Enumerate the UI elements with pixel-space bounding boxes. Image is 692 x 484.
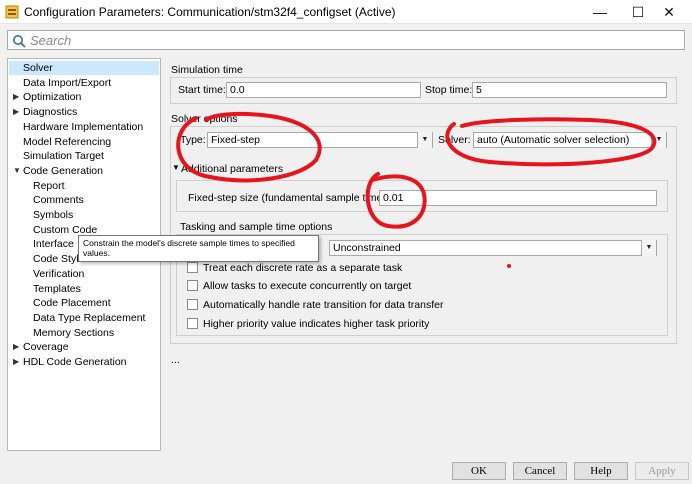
tree-item-label: Simulation Target [23,150,104,163]
tree-item[interactable]: ▶ Optimization [9,90,159,104]
collapsed-arrow-icon[interactable]: ▶ [13,355,19,369]
tree-item[interactable]: Report [9,179,159,193]
tree-item-label: Data Type Replacement [33,311,146,324]
tree-item-label: Optimization [23,91,82,104]
tree-item-label: Code Generation [23,164,103,177]
fixed-step-field[interactable]: 0.01 [379,190,657,206]
tree-item-label: Model Referencing [23,135,112,148]
collapsed-arrow-icon[interactable]: ▶ [13,340,19,354]
tree-item-label: Diagnostics [23,106,78,119]
tree-item[interactable]: ▼ Code Generation [9,164,159,178]
tree-item-label: Data Import/Export [23,76,112,89]
solver-options-heading: Solver options [171,113,238,125]
solver-type-value: Fixed-step [211,134,261,146]
collapsed-arrow-icon[interactable]: ▶ [13,105,19,119]
help-button[interactable]: Help [574,462,628,480]
checkbox-label: Higher priority value indicates higher t… [203,318,430,330]
tree-item[interactable]: Model Referencing [9,135,159,149]
chevron-down-icon: ▼ [651,132,666,148]
apply-button[interactable]: Apply [635,462,689,480]
tree-item[interactable]: Simulation Target [9,149,159,163]
minimize-icon: — [593,4,607,20]
tree-item[interactable]: ▶ HDL Code Generation [9,355,159,369]
checkbox-box[interactable] [187,280,198,291]
search-icon [13,35,26,48]
checkbox-box[interactable] [187,318,198,329]
tree-item-label: Solver [23,62,53,74]
tree-item-label: Coverage [23,341,69,354]
tree-item-label: Memory Sections [33,326,115,339]
checkbox-label: Allow tasks to execute concurrently on t… [203,280,412,292]
fixed-step-label: Fixed-step size (fundamental sample time… [188,192,389,204]
tree-item-label: Report [33,179,65,192]
tree-item-label: Verification [33,267,85,280]
tree-item-label: Templates [33,282,81,295]
tree-item[interactable]: Memory Sections [9,326,159,340]
search-input[interactable] [30,32,670,48]
close-icon: ✕ [663,3,675,20]
solver-label: Solver: [438,134,471,146]
tree-item[interactable]: Data Type Replacement [9,311,159,325]
checkbox-label: Treat each discrete rate as a separate t… [203,262,403,274]
cancel-button[interactable]: Cancel [513,462,567,480]
tree-item-label: Symbols [33,209,74,221]
tree-item-label: Interface [33,238,74,251]
tree-item[interactable]: ▶ Coverage [9,340,159,354]
tree-item[interactable]: Hardware Implementation [9,120,159,134]
tooltip-line: values. [83,248,110,258]
tasking-heading: Tasking and sample time options [180,221,333,233]
checkbox-box[interactable] [187,299,198,310]
tree-item[interactable]: Symbols [9,208,159,222]
tree-item[interactable]: Verification [9,267,159,281]
more-options-ellipsis[interactable]: ... [171,354,180,366]
periodic-sample-time-select[interactable]: Unconstrained ▼ [329,240,657,256]
start-time-field[interactable]: 0.0 [226,82,421,98]
simulation-time-heading: Simulation time [171,64,243,76]
tree-item-label: Code Style [33,253,85,266]
checkbox-label: Automatically handle rate transition for… [203,299,444,311]
tooltip: Constrain the model's discrete sample ti… [78,235,319,262]
additional-parameters-expander-icon[interactable]: ▼ [172,163,180,172]
title-bar: Configuration Parameters: Communication/… [0,0,692,24]
type-label: Type: [180,134,206,146]
chevron-down-icon: ▼ [417,132,432,148]
ok-button[interactable]: OK [452,462,506,480]
tree-item-label: Comments [33,194,84,207]
close-button[interactable]: ✕ [646,0,692,24]
solver-value: auto (Automatic solver selection) [477,134,630,146]
solver-type-select[interactable]: Fixed-step ▼ [207,132,433,148]
tooltip-line: Constrain the model's discrete sample ti… [83,238,295,248]
tree-item-label: Hardware Implementation [23,120,144,133]
stop-time-label: Stop time: [425,84,473,96]
search-box[interactable] [7,30,685,50]
tree-item[interactable]: Comments [9,193,159,207]
tree-item-label: HDL Code Generation [23,356,127,368]
tree-item[interactable]: Templates [9,282,159,296]
start-time-label: Start time: [178,84,226,96]
stop-time-field[interactable]: 5 [472,82,667,98]
window-title: Configuration Parameters: Communication/… [24,5,396,19]
collapsed-arrow-icon[interactable]: ▶ [13,90,19,104]
checkbox-box[interactable] [187,262,198,273]
solver-select[interactable]: auto (Automatic solver selection) ▼ [473,132,667,148]
configuration-app-icon [5,5,19,19]
chevron-down-icon: ▼ [641,240,656,256]
additional-parameters-heading: Additional parameters [181,163,284,175]
tree-item-label: Code Placement [33,297,111,310]
tree-item[interactable]: Solver [9,61,159,75]
maximize-icon: ☐ [631,3,645,20]
tree-item[interactable]: ▶ Diagnostics [9,105,159,119]
periodic-sample-time-value: Unconstrained [333,242,401,254]
tree-item[interactable]: Code Placement [9,296,159,310]
expanded-arrow-icon[interactable]: ▼ [13,164,21,178]
tree-item[interactable]: Data Import/Export [9,76,159,90]
